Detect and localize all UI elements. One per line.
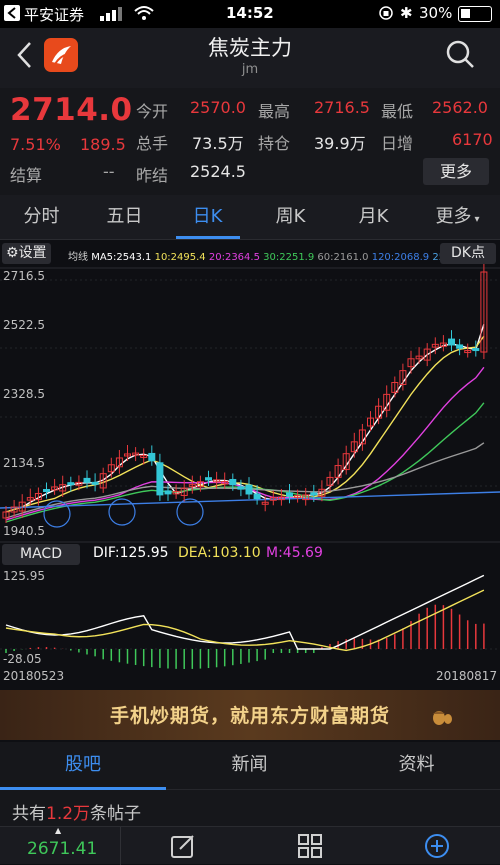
active-tab-indicator — [176, 236, 240, 239]
ma5-value: MA5:2543.1 — [91, 252, 152, 263]
acorn-icon — [430, 705, 454, 731]
page-subtitle: jm — [241, 62, 259, 77]
grid-menu-icon[interactable] — [297, 833, 323, 863]
dk-point-button[interactable]: DK点 — [440, 243, 496, 264]
low-label: 最低 — [381, 102, 414, 121]
macd-y-top: 125.95 — [3, 569, 45, 583]
index-value[interactable]: 2671.41 — [27, 839, 97, 859]
tab-intraday[interactable]: 分时 — [0, 195, 83, 239]
gear-icon: ⚙ — [6, 245, 19, 261]
ma60-value: 60:2161.0 — [317, 252, 369, 263]
ma10-value: 10:2495.4 — [154, 252, 206, 263]
clock: 14:52 — [226, 4, 274, 22]
volume-value: 73.5万 — [192, 134, 244, 153]
macd-dif: DIF:125.95 — [93, 545, 169, 561]
date-start: 20180523 — [3, 669, 65, 683]
back-icon[interactable] — [14, 40, 34, 74]
low-value: 2562.0 — [432, 98, 488, 117]
top-nav-bar: 焦炭主力 jm — [0, 28, 500, 88]
kline-chart[interactable]: ⚙设置 均线 MA5:2543.1 10:2495.4 20:2364.5 30… — [0, 240, 500, 543]
ma-legend-name: 均线 — [68, 252, 88, 263]
tab-more[interactable]: 更多 ▾ — [415, 195, 500, 239]
tab-news[interactable]: 新闻 — [166, 742, 333, 788]
settle-label: 结算 — [10, 166, 43, 185]
carrier-label: 平安证券 — [24, 6, 85, 24]
tab-weekly-k[interactable]: 周K — [249, 195, 332, 239]
more-quote-button[interactable]: 更多 — [423, 158, 489, 185]
daily-increase-value: 6170 — [452, 130, 493, 149]
bluetooth-icon: ✱ — [400, 4, 413, 22]
battery-percent: 30% — [419, 4, 453, 22]
y-tick-1: 2716.5 — [3, 269, 45, 283]
daily-increase-label: 日增 — [381, 134, 414, 153]
kline-canvas — [0, 263, 500, 543]
edit-icon[interactable] — [170, 833, 196, 863]
tab-five-day[interactable]: 五日 — [83, 195, 166, 239]
settle-value: -- — [103, 162, 115, 181]
open-interest-label: 持仓 — [258, 134, 291, 153]
wifi-icon — [134, 5, 154, 25]
page-title: 焦炭主力 — [208, 36, 292, 60]
y-tick-4: 2134.5 — [3, 456, 45, 470]
battery-icon — [458, 6, 492, 22]
ma-legend: 均线 MA5:2543.1 10:2495.4 20:2364.5 30:225… — [68, 248, 462, 263]
post-count-text: 共有1.2万条帖子 — [12, 804, 142, 824]
high-value: 2716.5 — [314, 98, 370, 117]
macd-canvas — [0, 574, 500, 669]
ma30-value: 30:2251.9 — [263, 252, 315, 263]
volume-label: 总手 — [136, 134, 169, 153]
tab-monthly-k[interactable]: 月K — [332, 195, 415, 239]
add-watchlist-icon[interactable] — [424, 833, 450, 863]
divider — [120, 827, 121, 865]
macd-y-bottom: -28.05 — [3, 652, 42, 666]
y-tick-5: 1940.5 — [3, 524, 45, 538]
macd-chart[interactable]: 125.95 -28.05 20180523 20180817 — [0, 567, 500, 685]
post-count-number: 1.2万 — [46, 804, 91, 824]
open-label: 今开 — [136, 102, 169, 121]
ad-text: 手机炒期货，就用东方财富期货 — [109, 705, 390, 727]
ma20-value: 20:2364.5 — [208, 252, 260, 263]
open-value: 2570.0 — [190, 98, 246, 117]
last-price: 2714.0 — [10, 92, 133, 128]
back-to-app-icon[interactable] — [4, 5, 20, 21]
change-amount: 189.5 — [80, 135, 126, 154]
chart-settings-button[interactable]: ⚙设置 — [2, 243, 51, 264]
status-bar: 平安证券 14:52 ✱ 30% — [0, 0, 500, 28]
post-count-row: 共有1.2万条帖子 — [0, 790, 500, 826]
period-tabs: 分时 五日 日K 周K 月K 更多 ▾ — [0, 195, 500, 240]
content-tabs: 股吧 新闻 资料 — [0, 742, 500, 790]
date-end: 20180817 — [436, 669, 498, 683]
signal-icon — [100, 7, 124, 25]
app-logo-icon[interactable] — [44, 38, 78, 72]
macd-dea: DEA:103.10 — [178, 545, 261, 561]
bottom-toolbar: ▲ 2671.41 — [0, 826, 500, 865]
tab-daily-k[interactable]: 日K — [166, 195, 249, 239]
orientation-lock-icon — [378, 5, 394, 25]
prev-settle-label: 昨结 — [136, 166, 169, 185]
ad-banner[interactable]: 手机炒期货，就用东方财富期货 — [0, 690, 500, 740]
prev-settle-value: 2524.5 — [190, 162, 246, 181]
high-label: 最高 — [258, 102, 291, 121]
change-percent: 7.51% — [10, 135, 61, 154]
search-icon[interactable] — [446, 40, 476, 74]
ma120-value: 120:2068.9 — [371, 252, 430, 263]
open-interest-value: 39.9万 — [314, 134, 366, 153]
macd-indicator-button[interactable]: MACD — [2, 544, 80, 565]
caret-up-icon: ▲ — [55, 826, 62, 835]
tab-profile[interactable]: 资料 — [333, 742, 500, 788]
y-tick-3: 2328.5 — [3, 387, 45, 401]
tab-forum[interactable]: 股吧 — [0, 742, 166, 788]
y-tick-2: 2522.5 — [3, 318, 45, 332]
macd-m: M:45.69 — [266, 545, 323, 561]
macd-info-bar: MACD DIF:125.95 DEA:103.10 M:45.69 — [0, 543, 500, 567]
quote-panel: 2714.0 7.51% 189.5 结算 -- 今开 2570.0 最高 27… — [0, 88, 500, 195]
